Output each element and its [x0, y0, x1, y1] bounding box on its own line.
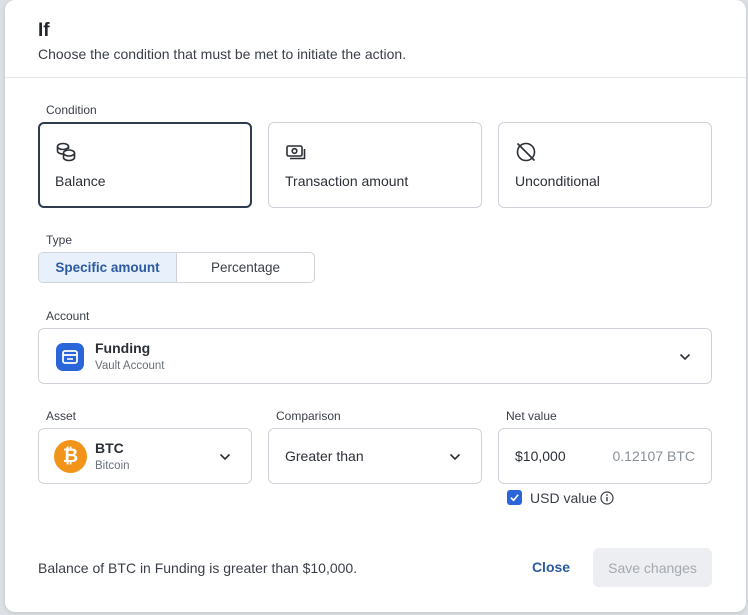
condition-option-label: Unconditional	[515, 173, 600, 189]
asset-label: Asset	[46, 409, 77, 423]
type-label: Type	[46, 233, 73, 247]
condition-option-balance[interactable]: Balance	[38, 122, 252, 208]
save-changes-button[interactable]: Save changes	[593, 548, 712, 587]
condition-label: Condition	[46, 103, 97, 117]
asset-name: Bitcoin	[95, 460, 130, 472]
condition-option-unconditional[interactable]: Unconditional	[498, 122, 712, 208]
account-label: Account	[46, 309, 90, 323]
asset-select[interactable]: ₿ BTC Bitcoin	[38, 428, 252, 484]
chevron-down-icon	[679, 353, 691, 361]
asset-symbol: BTC	[95, 440, 124, 456]
account-select[interactable]: Funding Vault Account	[38, 328, 712, 384]
net-value-btc-equivalent: 0.12107 BTC	[612, 448, 696, 464]
usd-value-checkbox[interactable]	[507, 490, 522, 505]
condition-option-label: Transaction amount	[285, 173, 409, 189]
vault-icon	[56, 343, 84, 371]
cash-icon	[286, 145, 306, 160]
circle-slash-icon	[516, 142, 536, 162]
info-icon[interactable]	[600, 491, 614, 505]
account-name: Funding	[95, 340, 151, 356]
condition-option-label: Balance	[55, 173, 106, 189]
comparison-label: Comparison	[276, 409, 341, 423]
chevron-down-icon	[449, 453, 461, 461]
type-option-specific-amount[interactable]: Specific amount	[39, 253, 177, 282]
net-value-label: Net value	[506, 409, 557, 423]
checkmark-icon	[510, 494, 519, 502]
close-button[interactable]: Close	[521, 548, 581, 586]
bitcoin-icon: ₿	[54, 440, 87, 473]
coins-stack-icon	[56, 142, 76, 162]
account-subtype: Vault Account	[95, 360, 165, 372]
modal-header: If Choose the condition that must be met…	[5, 0, 746, 78]
net-value-usd: $10,000	[515, 448, 566, 464]
condition-summary: Balance of BTC in Funding is greater tha…	[38, 560, 358, 576]
chevron-down-icon	[219, 453, 231, 461]
modal-subtitle: Choose the condition that must be met to…	[38, 46, 407, 62]
comparison-select[interactable]: Greater than	[268, 428, 482, 484]
net-value-input[interactable]: $10,000 0.12107 BTC	[498, 428, 712, 484]
condition-option-transaction-amount[interactable]: Transaction amount	[268, 122, 482, 208]
condition-modal: If Choose the condition that must be met…	[5, 0, 746, 612]
type-segmented-control: Specific amount Percentage	[38, 252, 315, 283]
type-option-percentage[interactable]: Percentage	[177, 253, 314, 282]
comparison-value: Greater than	[285, 448, 364, 464]
modal-title: If	[38, 20, 50, 41]
usd-value-label: USD value	[530, 490, 597, 506]
